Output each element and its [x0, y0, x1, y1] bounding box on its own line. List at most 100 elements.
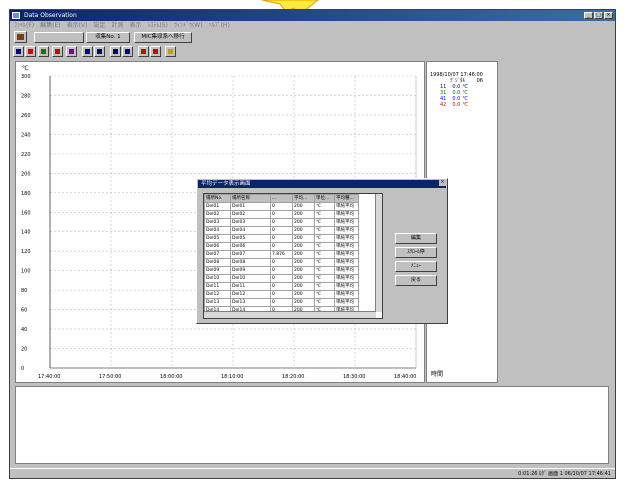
table-cell: 単純平均 [334, 218, 359, 227]
table-cell: Del06 [204, 242, 231, 251]
table-cell: 200 [292, 250, 315, 259]
average-data-grid[interactable]: 場所No. 場所名称... 平均... 単位... 平均種... Del01 Del01 0… [203, 193, 383, 319]
y-tick-label: 300 [21, 74, 31, 80]
record-icon[interactable] [138, 46, 149, 57]
table-cell: 0 [270, 226, 293, 235]
zoom-out-icon[interactable] [13, 46, 24, 57]
menu-view[interactable]: 表示(V) [67, 21, 88, 30]
minimize-button[interactable]: _ [584, 12, 593, 19]
table-cell: 単純平均 [334, 210, 359, 219]
menu-display[interactable]: 表示 [129, 21, 141, 30]
table-cell: ℃ [314, 234, 335, 243]
edit-button[interactable]: 編集 [395, 233, 437, 244]
table-cell: Del07 [204, 250, 231, 259]
column-header[interactable]: 場所名称 [230, 194, 271, 203]
table-cell: 7.876 [270, 250, 293, 259]
table-cell: 単純平均 [334, 226, 359, 235]
y-tick-label: 80 [21, 288, 27, 294]
table-row[interactable]: Del07 Del07 7.876 200 ℃ 単純平均 [204, 250, 359, 259]
column-header[interactable]: 場所No. [204, 194, 231, 203]
table-cell: Del02 [204, 210, 231, 219]
table-cell: 単純平均 [334, 266, 359, 275]
disabled-button[interactable] [34, 32, 84, 43]
menu-window[interactable]: ｳｨﾝﾄﾞｳ(W) [174, 21, 203, 30]
toolbar-bottom [10, 45, 615, 59]
table-row[interactable]: Del01 Del01 0 200 ℃ 単純平均 [204, 202, 359, 211]
table-cell: Del05 [204, 234, 231, 243]
table-cell: 200 [292, 226, 315, 235]
table-cell: Del02 [230, 210, 271, 219]
mode-switch-button[interactable]: MIC集収系へ移行 [134, 32, 192, 43]
marker-icon[interactable] [66, 46, 77, 57]
column-header[interactable]: 平均... [292, 194, 315, 203]
zoom-in-icon[interactable] [25, 46, 36, 57]
table-cell: 0 [270, 202, 293, 211]
table-cell: 200 [292, 218, 315, 227]
table-cell: 0 [270, 242, 293, 251]
menu-help[interactable]: ﾍﾙﾌﾟ(H) [209, 21, 230, 30]
scroll-left-icon[interactable] [82, 46, 93, 57]
x-tick-label: 17:40:00 [38, 374, 60, 380]
maximize-button[interactable]: □ [594, 12, 603, 19]
table-row[interactable]: Del05 Del05 0 200 ℃ 単純平均 [204, 234, 359, 243]
group-selector-button[interactable]: 収集No. 1 [86, 32, 130, 43]
table-cell: 単純平均 [334, 242, 359, 251]
table-cell: 0 [270, 274, 293, 283]
table-cell: 200 [292, 290, 315, 299]
legend-row: 42 0.0 ℃ [430, 102, 483, 108]
table-row[interactable]: Del13 Del13 0 200 ℃ 単純平均 [204, 298, 359, 307]
menu-edit[interactable]: 編集(E) [40, 21, 60, 30]
legend-value: 0.0 [452, 102, 461, 108]
table-row[interactable]: Del08 Del08 0 200 ℃ 単純平均 [204, 258, 359, 267]
print-preview-icon[interactable] [52, 46, 63, 57]
table-cell: Del12 [230, 290, 271, 299]
data-table: 場所No. 場所名称... 平均... 単位... 平均種... Del01 Del01 0… [204, 194, 359, 318]
y-tick-label: 40 [21, 327, 27, 333]
table-cell: Del13 [204, 298, 231, 307]
menu-system[interactable]: ｼｽﾃﾑ(S) [147, 21, 168, 30]
table-row[interactable]: Del03 Del03 0 200 ℃ 単純平均 [204, 218, 359, 227]
menu-button[interactable]: ﾒﾆｭｰ [395, 261, 437, 272]
table-cell: 200 [292, 298, 315, 307]
table-cell: 単純平均 [334, 250, 359, 259]
table-row[interactable]: Del06 Del06 0 200 ℃ 単純平均 [204, 242, 359, 251]
close-button[interactable]: × [604, 12, 613, 19]
y-tick-label: 240 [21, 132, 31, 138]
table-row[interactable]: Del04 Del04 0 200 ℃ 単純平均 [204, 226, 359, 235]
horizontal-scrollbar[interactable] [204, 311, 376, 318]
table-row[interactable]: Del12 Del12 0 200 ℃ 単純平均 [204, 290, 359, 299]
settings-icon[interactable] [165, 46, 176, 57]
x-tick-label: 18:20:00 [282, 374, 304, 380]
vertical-scrollbar[interactable] [375, 194, 382, 312]
menu-settings[interactable]: 設定 [93, 21, 105, 30]
table-cell: ℃ [314, 258, 335, 267]
table-cell: 単純平均 [334, 298, 359, 307]
table-cell: Del09 [230, 266, 271, 275]
grid-icon[interactable] [38, 46, 49, 57]
scroll-right-icon[interactable] [94, 46, 105, 57]
stop-icon[interactable] [150, 46, 161, 57]
table-cell: 単純平均 [334, 282, 359, 291]
table-cell: 200 [292, 202, 315, 211]
table-row[interactable]: Del02 Del02 0 200 ℃ 単純平均 [204, 210, 359, 219]
menu-measure[interactable]: 計測 [111, 21, 123, 30]
table-cell: Del03 [230, 218, 271, 227]
dialog-title: 平均データ表示画面 [198, 180, 446, 188]
dialog-close-button[interactable]: × [439, 180, 446, 186]
scroll-stop-button[interactable]: ｽｸﾛｰﾙ停 [395, 247, 437, 258]
menu-file[interactable]: ﾌｧｲﾙ(F) [14, 21, 34, 30]
page-right-icon[interactable] [122, 46, 133, 57]
column-header[interactable]: 平均種... [334, 194, 359, 203]
print-icon[interactable] [14, 31, 27, 43]
table-row[interactable]: Del09 Del09 0 200 ℃ 単純平均 [204, 266, 359, 275]
table-cell: 200 [292, 258, 315, 267]
table-cell: 200 [292, 242, 315, 251]
page-left-icon[interactable] [110, 46, 121, 57]
column-header[interactable]: ... [270, 194, 293, 203]
table-cell: Del06 [230, 242, 271, 251]
column-header[interactable]: 単位... [314, 194, 335, 203]
table-row[interactable]: Del10 Del10 0 200 ℃ 単純平均 [204, 274, 359, 283]
table-cell: 0 [270, 266, 293, 275]
table-row[interactable]: Del11 Del11 0 200 ℃ 単純平均 [204, 282, 359, 291]
back-button[interactable]: 戻る [395, 275, 437, 286]
